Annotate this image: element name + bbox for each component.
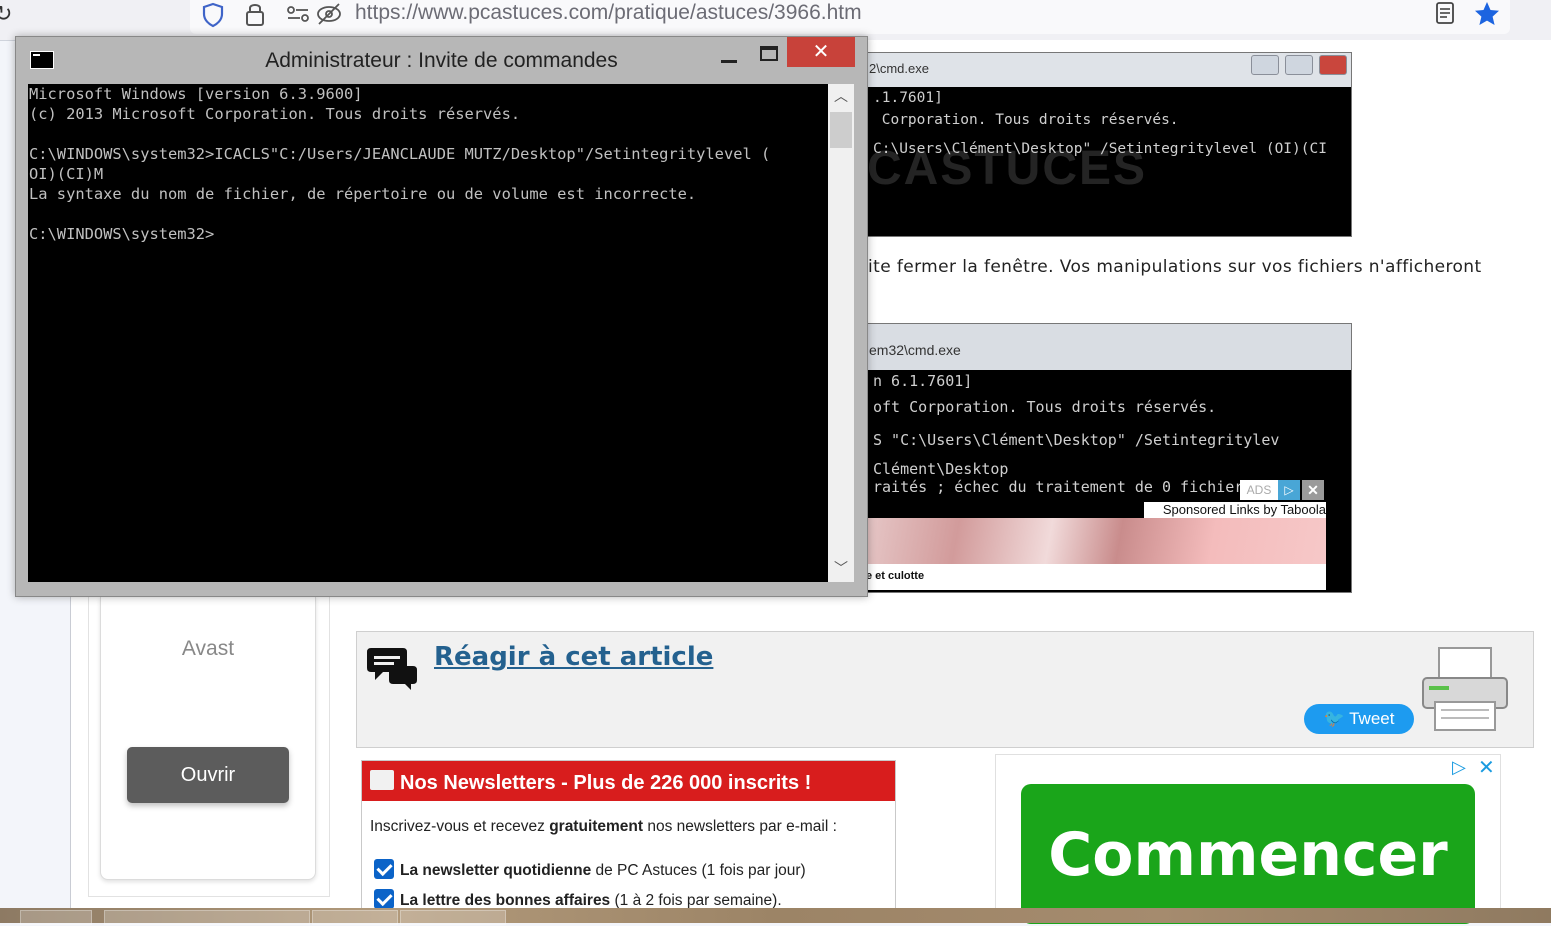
permissions-icon[interactable] [286,4,310,24]
screenshot-title: 2\cmd.exe [869,61,929,76]
option-rest: (1 à 2 fois par semaine). [610,892,782,909]
newsletter-option-daily[interactable]: La newsletter quotidienne de PC Astuces … [374,859,806,880]
cmd-titlebar[interactable]: Administrateur : Invite de commandes ✕ [16,37,867,83]
screenshot-title: em32\cmd.exe [869,342,961,358]
ad-close-icon[interactable]: ✕ [1302,480,1324,500]
taboola-ad[interactable]: ADS ▷ ✕ Sponsored Links by Taboola e et … [866,480,1326,590]
tracking-protection-shield-icon[interactable] [202,2,224,28]
console-prompt[interactable]: C:\WINDOWS\system32> [28,224,828,244]
taskbar [0,908,1551,925]
console-line: OI)(CI)M [29,165,104,183]
maximize-icon[interactable] [756,43,782,69]
minimize-icon[interactable] [716,43,742,69]
envelope-icon [370,770,394,790]
intro-text: Inscrivez-vous et recevez [370,818,550,835]
console-line: Microsoft Windows [version 6.3.9600] [29,85,363,103]
console-output[interactable]: Microsoft Windows [version 6.3.9600] (c)… [28,84,828,582]
console-line [28,124,828,144]
screenshot-titlebar: em32\cmd.exe [867,324,1351,370]
console-line: La syntaxe du nom de fichier, de réperto… [29,185,697,203]
checkbox-checked-icon[interactable] [374,859,394,879]
bookmark-star-icon[interactable] [1473,0,1501,28]
twitter-bird-icon: 🐦 [1323,709,1345,728]
scroll-down-icon[interactable]: ﹀ [828,556,854,582]
newsletter-box: Nos Newsletters - Plus de 226 000 inscri… [361,760,896,922]
console-line [28,204,828,224]
scrollbar-thumb[interactable] [830,112,852,148]
screenshot-line: Corporation. Tous droits réservés. [873,112,1179,128]
react-to-article-link[interactable]: Réagir à cet article [434,642,713,672]
console-line: (c) 2013 Microsoft Corporation. Tous dro… [29,105,521,123]
screenshot-line: oft Corporation. Tous droits réservés. [873,398,1217,416]
screenshot-titlebar: 2\cmd.exe [867,53,1351,87]
react-box: Réagir à cet article 🐦 Tweet [356,631,1534,748]
newsletter-intro: Inscrivez-vous et recevez gratuitement n… [370,818,837,836]
scroll-up-icon[interactable]: ︿ [828,84,854,110]
tweet-button[interactable]: 🐦 Tweet [1304,704,1414,734]
console-scrollbar[interactable]: ︿ ﹀ [828,84,854,582]
open-button[interactable]: Ouvrir [127,747,289,803]
browser-toolbar: ↻ https://www.pcastuces.com/pratique/ast… [0,0,1551,41]
newsletter-option-deals[interactable]: La lettre des bonnes affaires (1 à 2 foi… [374,889,782,910]
app-name: Avast [181,637,235,660]
adchoices-icon[interactable]: ▷ [1278,480,1300,500]
reader-view-icon[interactable] [1436,2,1454,24]
screenshot-line: S "C:\Users\Clément\Desktop" /Setintegri… [873,431,1280,449]
tracking-blocked-icon[interactable] [316,2,342,26]
url-bar[interactable]: https://www.pcastuces.com/pratique/astuc… [190,0,1510,34]
lock-icon[interactable] [244,0,266,28]
cmd-window[interactable]: Administrateur : Invite de commandes ✕ M… [15,36,868,597]
screenshot-line: n 6.1.7601] [873,372,973,390]
option-bold: La newsletter quotidienne [400,862,592,879]
article-paragraph: ite fermer la fenêtre. Vos manipulations… [868,257,1482,277]
reload-icon[interactable]: ↻ [0,2,12,27]
watermark: CASTUCES [867,142,1148,195]
printer-icon[interactable] [1419,646,1511,732]
url-text[interactable]: https://www.pcastuces.com/pratique/astuc… [355,0,862,26]
close-icon [1319,55,1347,75]
ad-close-icon[interactable]: ✕ [1478,755,1495,780]
screenshot-line: Clément\Desktop [873,460,1009,478]
option-bold: La lettre des bonnes affaires [400,892,611,909]
sponsored-links[interactable]: Sponsored Links by Taboola [1144,502,1326,518]
start-button[interactable]: Commencer [1021,784,1475,924]
checkbox-checked-icon[interactable] [374,889,394,909]
newsletter-header: Nos Newsletters - Plus de 226 000 inscri… [362,761,895,801]
intro-text-end: nos newsletters par e-mail : [643,818,837,835]
ad-image[interactable] [866,518,1326,564]
screenshot-line: .1.7601] [873,90,943,106]
minimize-icon [1251,55,1279,75]
app-card: Avast Ouvrir [100,596,316,880]
ads-label: ADS [1240,480,1278,500]
right-ad[interactable]: ▷ ✕ Commencer [995,754,1501,924]
adchoices-icon[interactable]: ▷ [1452,757,1466,778]
newsletter-title: Nos Newsletters - Plus de 226 000 inscri… [400,772,812,794]
console-line: C:\WINDOWS\system32>ICACLS"C:/Users/JEAN… [29,145,771,163]
article-screenshot-cmd-1: 2\cmd.exe .1.7601] Corporation. Tous dro… [866,52,1352,237]
ad-caption[interactable]: e et culotte [866,564,1326,590]
intro-bold: gratuitement [549,818,644,835]
comment-bubbles-icon [367,648,417,690]
close-icon[interactable]: ✕ [787,37,855,67]
option-rest: de PC Astuces (1 fois par jour) [591,862,806,879]
maximize-icon [1285,55,1313,75]
tweet-label: Tweet [1349,709,1395,728]
